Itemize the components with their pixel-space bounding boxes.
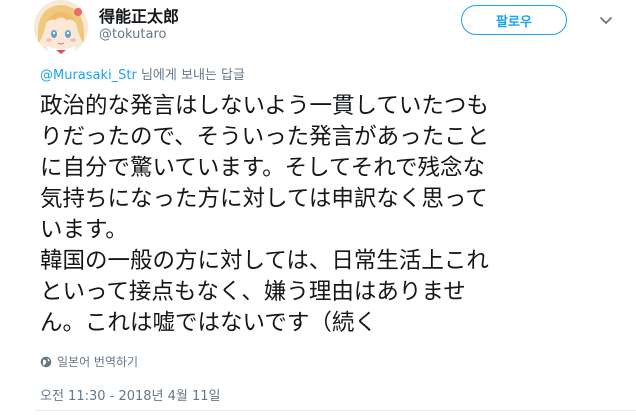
tweet-line: ん。これは嘘ではないです（続く [40,310,377,336]
tweet-line: います。 [40,217,128,243]
avatar[interactable] [34,0,88,54]
tweet-line: 気持ちになった方に対しては申訳なく思って [40,186,488,212]
author-handle[interactable]: @tokutaro [99,27,167,42]
tweet: 得能正太郎 @tokutaro 팔로우 @Murasaki_Str 님에게 보내… [0,0,636,420]
reply-to-username[interactable]: @Murasaki_Str [40,68,137,83]
tweet-line: に自分で驚いています。そしてそれで残念な [40,155,486,181]
avatar-illustration [34,0,88,54]
author-display-name[interactable]: 得能正太郎 [99,3,179,27]
follow-button[interactable]: 팔로우 [461,5,567,35]
tweet-line: 政治的な発言はしないよう一貫していたつも [40,93,489,119]
tweet-text: 政治的な発言はしないよう一貫していたつも りだったので、そういった発言があったこ… [40,91,600,339]
reply-context: @Murasaki_Str 님에게 보내는 답글 [40,64,245,83]
divider [34,410,636,411]
tweet-timestamp[interactable]: 오전 11:30 - 2018년 4월 11일 [40,385,221,404]
chevron-down-icon[interactable] [597,11,615,29]
translate-tweet-link[interactable]: 일본어 번역하기 [40,353,138,370]
tweet-line: りだったので、そういった発言があったこと [40,124,490,150]
reply-context-suffix: 님에게 보내는 답글 [136,68,245,83]
translate-label[interactable]: 일본어 번역하기 [57,353,138,370]
globe-icon [40,356,52,367]
tweet-line: 韓国の一般の方に対しては、日常生活上これ [40,248,489,274]
tweet-line: といって接点もなく、嫌う理由はありませ [40,279,466,305]
